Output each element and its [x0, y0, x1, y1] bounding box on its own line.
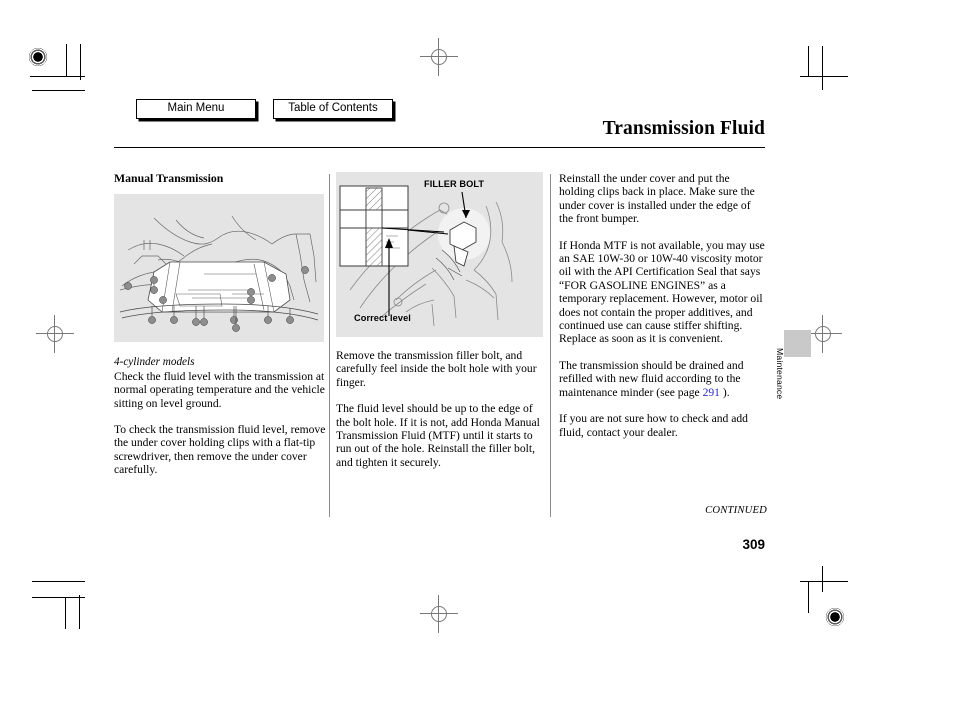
registration-dot-top-left — [25, 44, 51, 70]
crop-mark-bottom-left-h2 — [32, 597, 85, 598]
page-reference-link-291[interactable]: 291 — [703, 386, 720, 399]
crop-mark-top-left-v1 — [66, 44, 67, 76]
crop-mark-top-right-v1 — [808, 46, 809, 76]
manual-page: Main Menu Table of Contents Transmission… — [0, 0, 954, 712]
left-column-paragraph-1: 4-cylinder models Check the fluid level w… — [114, 355, 326, 410]
registration-target-left — [36, 315, 74, 353]
right-column-paragraph-3: The transmission should be drained and r… — [559, 359, 767, 399]
section-heading-manual-transmission: Manual Transmission — [114, 171, 224, 185]
maintenance-minder-text-after: ). — [719, 385, 730, 399]
middle-column-paragraph-1: Remove the transmission filler bolt, and… — [336, 349, 537, 389]
side-index-tab-block — [784, 330, 811, 357]
crop-mark-bottom-left-v1 — [65, 597, 66, 629]
crop-mark-top-left-v2 — [80, 44, 81, 80]
crop-mark-top-right-v2 — [822, 46, 823, 90]
figure-filler-bolt-illustration: FILLER BOLT Correct level — [336, 172, 543, 337]
crop-mark-bottom-right-v1 — [808, 581, 809, 613]
middle-column-paragraph-2: The fluid level should be up to the edge… — [336, 402, 540, 469]
table-of-contents-button[interactable]: Table of Contents — [273, 99, 393, 119]
crop-mark-top-left-h1 — [30, 76, 85, 77]
left-column: Manual Transmission 4-cylinder models Ch… — [114, 171, 326, 477]
middle-column: FILLER BOLT Correct level Remove the tra… — [336, 172, 546, 469]
column-divider-2 — [550, 174, 551, 517]
page-title: Transmission Fluid — [602, 118, 765, 139]
navigation-bar: Main Menu Table of Contents — [136, 99, 393, 119]
registration-target-bottom — [420, 595, 458, 633]
column-divider-1 — [329, 174, 330, 517]
registration-target-top — [420, 38, 458, 76]
crop-mark-top-right-h1 — [800, 76, 848, 77]
registration-dot-bottom-right — [822, 604, 848, 630]
figure-caption-4-cylinder: 4-cylinder models — [114, 356, 195, 369]
right-column-paragraph-4: If you are not sure how to check and add… — [559, 412, 748, 439]
page-number: 309 — [742, 537, 765, 552]
crop-mark-top-left-h2 — [32, 90, 85, 91]
crop-mark-bottom-left-h1 — [32, 581, 85, 582]
left-column-paragraph-2: To check the transmission fluid level, r… — [114, 423, 326, 477]
crop-mark-bottom-left-v2 — [79, 595, 80, 629]
figure-label-correct-level: Correct level — [354, 313, 411, 323]
figure-under-cover-illustration — [114, 194, 324, 343]
continued-label: CONTINUED — [705, 505, 767, 516]
left-paragraph-1-text: Check the fluid level with the transmiss… — [114, 369, 325, 410]
side-index-tab-label: Maintenance — [775, 348, 785, 400]
right-column-paragraph-1: Reinstall the under cover and put the ho… — [559, 172, 755, 226]
figure-label-filler-bolt: FILLER BOLT — [424, 179, 485, 189]
under-cover-drawing — [119, 216, 319, 333]
main-menu-button[interactable]: Main Menu — [136, 99, 256, 119]
right-column-paragraph-2: If Honda MTF is not available, you may u… — [559, 238, 765, 346]
title-divider — [114, 147, 765, 148]
right-column: Reinstall the under cover and put the ho… — [559, 172, 767, 439]
crop-mark-bottom-right-v2 — [822, 566, 823, 592]
